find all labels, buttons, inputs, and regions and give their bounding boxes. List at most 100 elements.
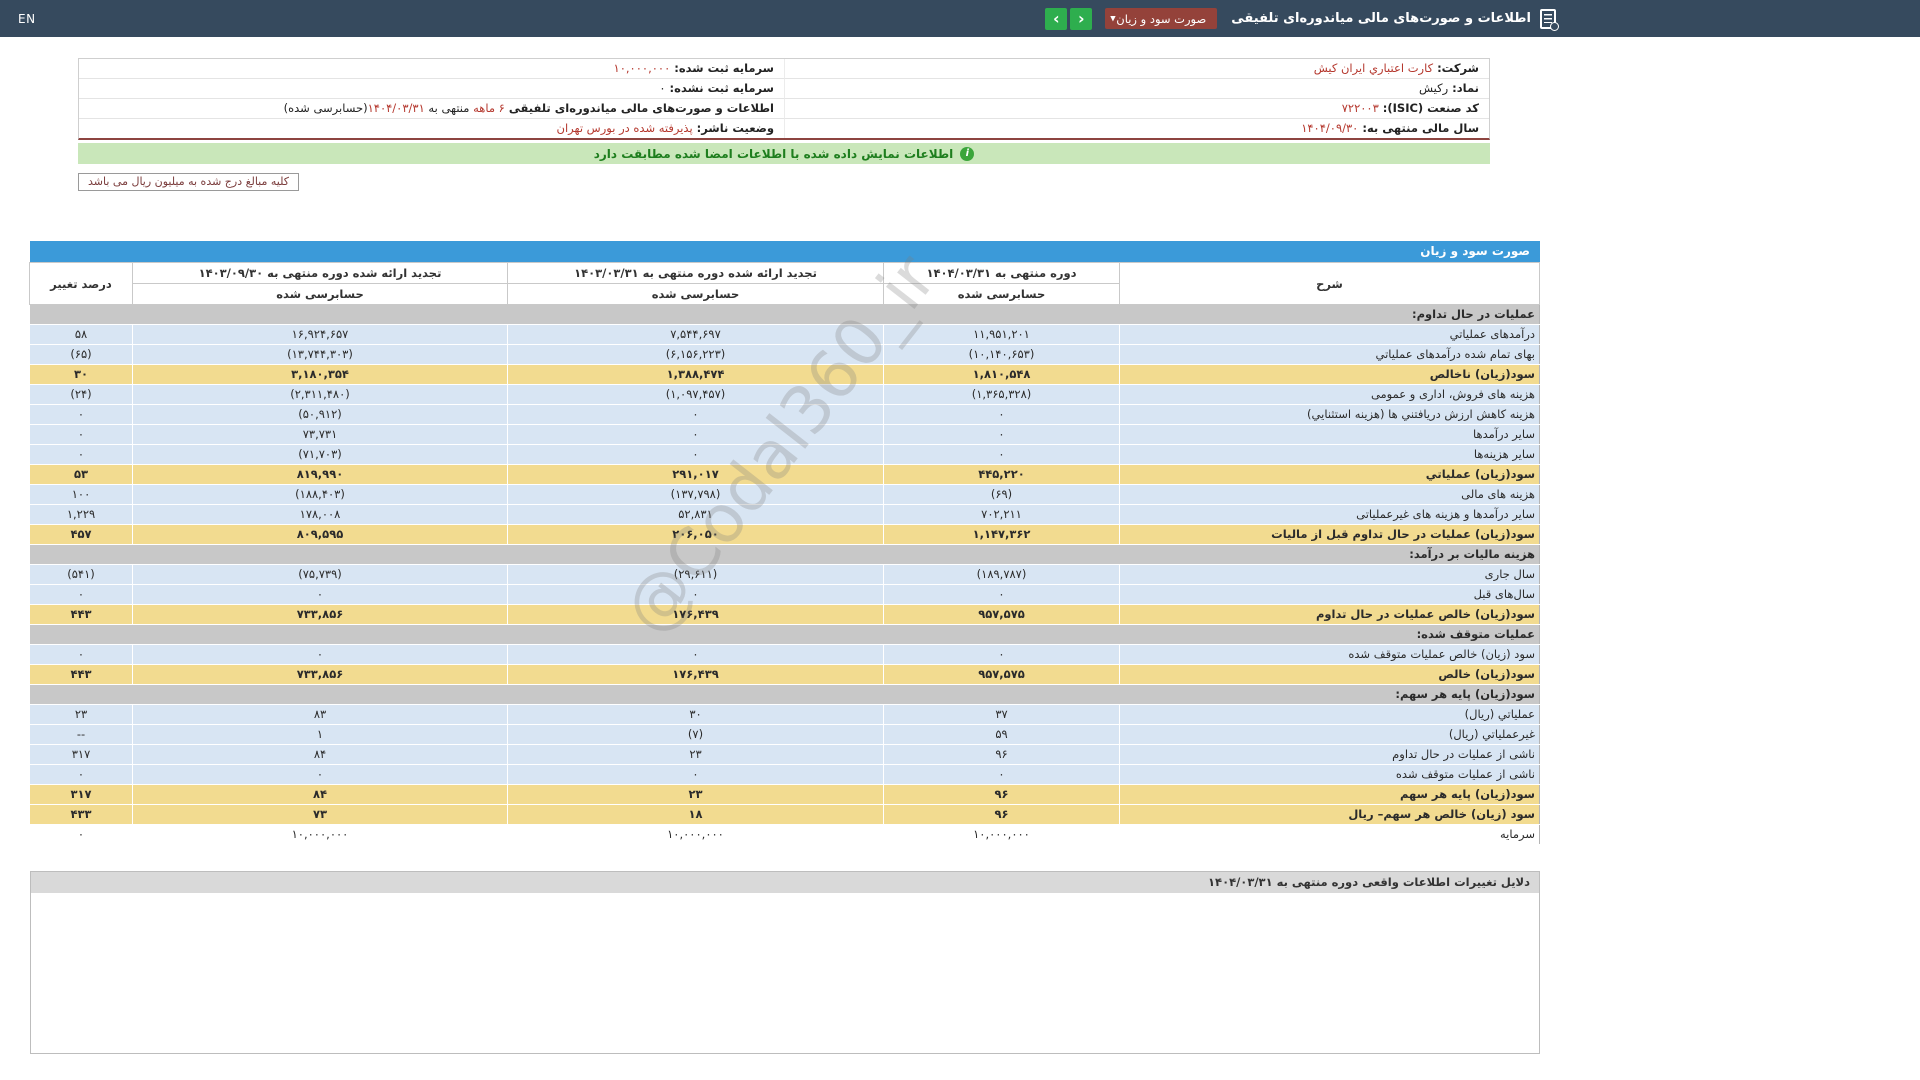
- table-row: درآمدهای عملیاتي ۱۱,۹۵۱,۲۰۱ ۷,۵۴۴,۶۹۷ ۱۶,۹۲…: [29, 324, 1540, 345]
- value-cell: ۰: [132, 584, 508, 605]
- company-info-item: اطلاعات و صورت‌های مالی میاندوره‌ای تلفی…: [79, 99, 784, 119]
- value-cell: ۷۳,۷۳۱: [132, 424, 508, 445]
- period-next-button[interactable]: [1070, 7, 1093, 30]
- table-row: سایر درآمدها ۰ ۰ ۷۳,۷۳۱ ۰: [29, 424, 1540, 445]
- value-cell: ۸۴: [132, 784, 508, 805]
- period-nav-buttons: [1045, 7, 1093, 30]
- table-row: سود(زیان) عملیات در حال تداوم قبل از مال…: [29, 524, 1540, 545]
- codal-report-icon: [1540, 8, 1559, 31]
- percent-change-cell: --: [29, 724, 133, 745]
- table-row: سود (زیان) خالص هر سهم– ریال ۹۶ ۱۸ ۷۳ ۴۳۳: [29, 804, 1540, 825]
- value-cell: (۱۰,۱۴۰,۶۵۳): [883, 344, 1120, 365]
- value-cell: ۳۰: [507, 704, 884, 725]
- row-label: سایر درآمدها و هزینه های غیرعملیاتی: [1119, 504, 1540, 525]
- value-cell: ۰: [507, 584, 884, 605]
- value-cell: ۱۰,۰۰۰,۰۰۰: [507, 824, 884, 845]
- section-row-label: هزینه مالیات بر درآمد:: [29, 544, 1540, 565]
- value-cell: ۰: [507, 644, 884, 665]
- percent-change-cell: ۰: [29, 644, 133, 665]
- value-cell: (۵۰,۹۱۲): [132, 404, 508, 425]
- row-label: سایر هزینه‌ها: [1119, 444, 1540, 465]
- table-row: بهای تمام شده درآمدهای عملیاتي (۱۰,۱۴۰,۶۵…: [29, 344, 1540, 365]
- table-row: سود(زیان) خالص عملیات در حال تداوم ۹۵۷,۵۷…: [29, 604, 1540, 625]
- chevron-down-icon: [1110, 15, 1115, 22]
- value-cell: ۳۷: [883, 704, 1120, 725]
- statement-select[interactable]: صورت سود و زیان: [1105, 8, 1218, 29]
- row-label: سرمایه: [1119, 824, 1540, 845]
- value-cell: (۷): [507, 724, 884, 745]
- section-row-label: عملیات متوقف شده:: [29, 624, 1540, 645]
- col-header-percent-change: درصد تغییر: [29, 262, 133, 305]
- value-cell: ۰: [507, 404, 884, 425]
- row-label: سال جاری: [1119, 564, 1540, 585]
- table-row: عملیات در حال تداوم:: [29, 304, 1540, 325]
- percent-change-cell: ۰: [29, 404, 133, 425]
- value-cell: ۹۶: [883, 804, 1120, 825]
- table-row: سرمایه ۱۰,۰۰۰,۰۰۰ ۱۰,۰۰۰,۰۰۰ ۱۰,۰۰۰,۰۰۰ ۰: [29, 824, 1540, 845]
- col-header-period-current: دوره منتهی به ۱۴۰۴/۰۳/۳۱: [883, 262, 1120, 284]
- info-icon: [960, 146, 975, 161]
- value-cell: ۰: [883, 444, 1120, 465]
- company-info-item: سال مالی منتهی به: ۱۴۰۴/۰۹/۳۰: [784, 119, 1489, 138]
- value-cell: ۱۰,۰۰۰,۰۰۰: [132, 824, 508, 845]
- row-label: ناشی از عملیات در حال تداوم: [1119, 744, 1540, 765]
- company-info-grid: شرکت: کارت اعتباري ایران کیش سرمایه ثبت ش…: [78, 58, 1490, 140]
- value-cell: (۶۹): [883, 484, 1120, 505]
- company-info-item: نماد: رکیش: [784, 79, 1489, 99]
- value-cell: ۹۵۷,۵۷۵: [883, 604, 1120, 625]
- percent-change-cell: ۴۴۳: [29, 664, 133, 685]
- row-label: سود(زیان) عملیات در حال تداوم قبل از مال…: [1119, 524, 1540, 545]
- value-cell: ۱۷۶,۴۳۹: [507, 604, 884, 625]
- table-row: ناشی از عملیات در حال تداوم ۹۶ ۲۳ ۸۴ ۳۱۷: [29, 744, 1540, 765]
- company-info-item: کد صنعت (ISIC): ۷۲۲۰۰۳: [784, 99, 1489, 119]
- value-cell: ۰: [132, 764, 508, 785]
- col-header-description: شرح: [1119, 262, 1540, 305]
- table-row: سال جاری (۱۸۹,۷۸۷) (۲۹,۶۱۱) (۷۵,۷۳۹) (۵۴۱): [29, 564, 1540, 585]
- row-label: سود(زیان) خالص عملیات در حال تداوم: [1119, 604, 1540, 625]
- company-info-item: شرکت: کارت اعتباري ایران کیش: [784, 59, 1489, 79]
- table-row: هزینه مالیات بر درآمد:: [29, 544, 1540, 565]
- row-label: ناشی از عملیات متوقف شده: [1119, 764, 1540, 785]
- value-cell: ۸۳: [132, 704, 508, 725]
- value-cell: ۲۰۶,۰۵۰: [507, 524, 884, 545]
- value-cell: ۰: [507, 764, 884, 785]
- value-cell: (۷۱,۷۰۳): [132, 444, 508, 465]
- value-cell: ۷,۵۴۴,۶۹۷: [507, 324, 884, 345]
- percent-change-cell: ۰: [29, 584, 133, 605]
- value-cell: (۷۵,۷۳۹): [132, 564, 508, 585]
- row-label: سود(زیان) ناخالص: [1119, 364, 1540, 385]
- section-row-label: سود(زیان) پایه هر سهم:: [29, 684, 1540, 705]
- income-statement-table: شرح دوره منتهی به ۱۴۰۴/۰۳/۳۱ تجدید ارائه…: [29, 262, 1540, 845]
- value-cell: (۲۹,۶۱۱): [507, 564, 884, 585]
- value-cell: ۱,۸۱۰,۵۴۸: [883, 364, 1120, 385]
- table-row: سایر درآمدها و هزینه های غیرعملیاتی ۷۰۲,۲…: [29, 504, 1540, 525]
- value-cell: ۰: [507, 424, 884, 445]
- income-table-body: عملیات در حال تداوم: درآمدهای عملیاتي ۱۱,۹…: [29, 304, 1540, 845]
- value-cell: ۱۷۶,۴۳۹: [507, 664, 884, 685]
- currency-unit-note: کلیه مبالغ درج شده به میلیون ریال می باش…: [78, 173, 299, 191]
- value-cell: ۷۳۳,۸۵۶: [132, 664, 508, 685]
- row-label: غیرعملیاتي (ریال): [1119, 724, 1540, 745]
- restatement-reasons-box: دلایل تغییرات اطلاعات واقعی دوره منتهی ب…: [30, 871, 1540, 1054]
- value-cell: ۱: [132, 724, 508, 745]
- percent-change-cell: ۳۰: [29, 364, 133, 385]
- table-row: عملیاتي (ریال) ۳۷ ۳۰ ۸۳ ۲۳: [29, 704, 1540, 725]
- page-title: اطلاعات و صورت‌های مالی میاندوره‌ای تلفی…: [1231, 11, 1531, 26]
- table-row: غیرعملیاتي (ریال) ۵۹ (۷) ۱ --: [29, 724, 1540, 745]
- table-row: ناشی از عملیات متوقف شده ۰ ۰ ۰ ۰: [29, 764, 1540, 785]
- value-cell: (۱,۰۹۷,۴۵۷): [507, 384, 884, 405]
- value-cell: ۸۰۹,۵۹۵: [132, 524, 508, 545]
- table-row: عملیات متوقف شده:: [29, 624, 1540, 645]
- row-label: سود (زیان) خالص عملیات متوقف شده: [1119, 644, 1540, 665]
- table-row: هزینه های مالی (۶۹) (۱۳۷,۷۹۸) (۱۸۸,۴۰۳) ۱۰۰: [29, 484, 1540, 505]
- value-cell: ۰: [507, 444, 884, 465]
- language-switch-link[interactable]: EN: [18, 12, 36, 26]
- row-label: هزینه های فروش، اداری و عمومی: [1119, 384, 1540, 405]
- row-label: درآمدهای عملیاتي: [1119, 324, 1540, 345]
- value-cell: ۴۴۵,۲۲۰: [883, 464, 1120, 485]
- col-subheader-audited: حسابرسی شده: [132, 283, 508, 305]
- row-label: هزینه های مالی: [1119, 484, 1540, 505]
- percent-change-cell: ۴۳۳: [29, 804, 133, 825]
- period-prev-button[interactable]: [1045, 7, 1068, 30]
- value-cell: (۱۳,۷۴۴,۳۰۳): [132, 344, 508, 365]
